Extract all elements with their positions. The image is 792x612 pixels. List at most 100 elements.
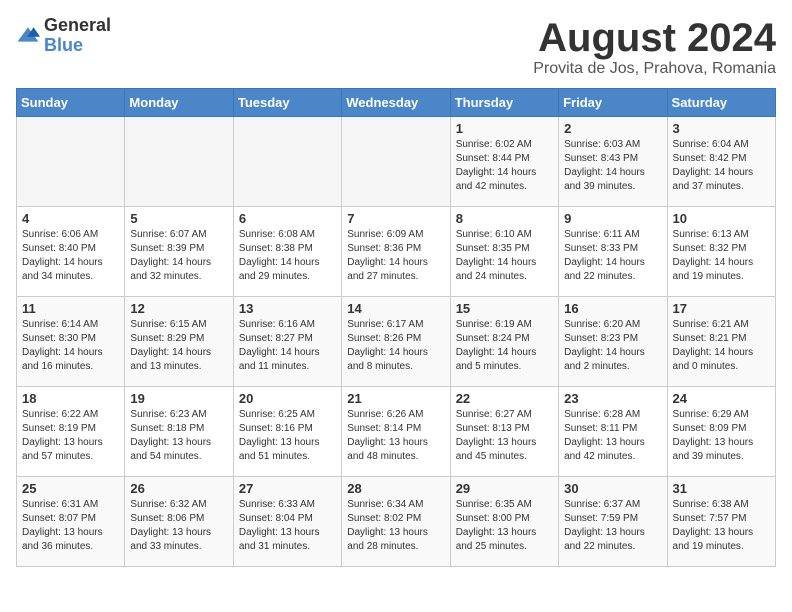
calendar-cell: 7 Sunrise: 6:09 AM Sunset: 8:36 PM Daylig… (342, 207, 450, 297)
day-number: 5 (130, 211, 227, 226)
day-number: 21 (347, 391, 444, 406)
cell-text: Sunrise: 6:06 AM Sunset: 8:40 PM Dayligh… (22, 228, 119, 284)
calendar-table: SundayMondayTuesdayWednesdayThursdayFrid… (16, 88, 776, 567)
day-number: 31 (673, 481, 770, 496)
calendar-cell: 9 Sunrise: 6:11 AM Sunset: 8:33 PM Daylig… (559, 207, 667, 297)
calendar-cell: 12 Sunrise: 6:15 AM Sunset: 8:29 PM Dayli… (125, 297, 233, 387)
calendar-cell (342, 117, 450, 207)
calendar-cell: 14Sunrise: 6:17 AM Sunset: 8:26 PM Dayli… (342, 297, 450, 387)
cell-text: Sunrise: 6:29 AM Sunset: 8:09 PM Dayligh… (673, 408, 770, 464)
calendar-cell: 1Sunrise: 6:02 AM Sunset: 8:44 PM Daylig… (450, 117, 558, 207)
cell-text: Sunrise: 6:32 AM Sunset: 8:06 PM Dayligh… (130, 498, 227, 554)
calendar-cell: 28Sunrise: 6:34 AM Sunset: 8:02 PM Dayli… (342, 477, 450, 567)
calendar-week-3: 11 Sunrise: 6:14 AM Sunset: 8:30 PM Dayli… (17, 297, 776, 387)
calendar-cell (233, 117, 341, 207)
day-number: 10 (673, 211, 770, 226)
cell-text: Sunrise: 6:20 AM Sunset: 8:23 PM Dayligh… (564, 318, 661, 374)
cell-text: Sunrise: 6:25 AM Sunset: 8:16 PM Dayligh… (239, 408, 336, 464)
calendar-cell: 11 Sunrise: 6:14 AM Sunset: 8:30 PM Dayli… (17, 297, 125, 387)
cell-text: Sunrise: 6:35 AM Sunset: 8:00 PM Dayligh… (456, 498, 553, 554)
cell-text: Sunrise: 6:13 AM Sunset: 8:32 PM Dayligh… (673, 228, 770, 284)
calendar-cell: 22 Sunrise: 6:27 AM Sunset: 8:13 PM Dayli… (450, 387, 558, 477)
cell-text: Sunrise: 6:11 AM Sunset: 8:33 PM Dayligh… (564, 228, 661, 284)
calendar-dow-thursday: Thursday (450, 89, 558, 117)
day-number: 9 (564, 211, 661, 226)
cell-text: Sunrise: 6:15 AM Sunset: 8:29 PM Dayligh… (130, 318, 227, 374)
day-number: 23 (564, 391, 661, 406)
calendar-week-4: 18Sunrise: 6:22 AM Sunset: 8:19 PM Dayli… (17, 387, 776, 477)
day-number: 25 (22, 481, 119, 496)
cell-text: Sunrise: 6:23 AM Sunset: 8:18 PM Dayligh… (130, 408, 227, 464)
cell-text: Sunrise: 6:34 AM Sunset: 8:02 PM Dayligh… (347, 498, 444, 554)
title-block: August 2024 Provita de Jos, Prahova, Rom… (533, 16, 776, 78)
cell-text: Sunrise: 6:22 AM Sunset: 8:19 PM Dayligh… (22, 408, 119, 464)
day-number: 8 (456, 211, 553, 226)
day-number: 13 (239, 301, 336, 316)
calendar-cell: 27 Sunrise: 6:33 AM Sunset: 8:04 PM Dayli… (233, 477, 341, 567)
cell-text: Sunrise: 6:31 AM Sunset: 8:07 PM Dayligh… (22, 498, 119, 554)
cell-text: Sunrise: 6:21 AM Sunset: 8:21 PM Dayligh… (673, 318, 770, 374)
cell-text: Sunrise: 6:03 AM Sunset: 8:43 PM Dayligh… (564, 138, 661, 194)
calendar-cell: 29 Sunrise: 6:35 AM Sunset: 8:00 PM Dayli… (450, 477, 558, 567)
day-number: 15 (456, 301, 553, 316)
calendar-cell: 2 Sunrise: 6:03 AM Sunset: 8:43 PM Daylig… (559, 117, 667, 207)
cell-text: Sunrise: 6:10 AM Sunset: 8:35 PM Dayligh… (456, 228, 553, 284)
calendar-cell: 26 Sunrise: 6:32 AM Sunset: 8:06 PM Dayli… (125, 477, 233, 567)
calendar-cell: 13 Sunrise: 6:16 AM Sunset: 8:27 PM Dayli… (233, 297, 341, 387)
location: Provita de Jos, Prahova, Romania (533, 60, 776, 78)
cell-text: Sunrise: 6:16 AM Sunset: 8:27 PM Dayligh… (239, 318, 336, 374)
cell-text: Sunrise: 6:28 AM Sunset: 8:11 PM Dayligh… (564, 408, 661, 464)
day-number: 16 (564, 301, 661, 316)
calendar-cell: 3Sunrise: 6:04 AM Sunset: 8:42 PM Daylig… (667, 117, 775, 207)
calendar-cell: 24 Sunrise: 6:29 AM Sunset: 8:09 PM Dayli… (667, 387, 775, 477)
calendar-cell: 15 Sunrise: 6:19 AM Sunset: 8:24 PM Dayli… (450, 297, 558, 387)
logo-blue: Blue (44, 36, 111, 56)
logo: General Blue (16, 16, 111, 56)
day-number: 29 (456, 481, 553, 496)
calendar-dow-tuesday: Tuesday (233, 89, 341, 117)
day-number: 30 (564, 481, 661, 496)
cell-text: Sunrise: 6:26 AM Sunset: 8:14 PM Dayligh… (347, 408, 444, 464)
page-header: General Blue August 2024 Provita de Jos,… (16, 16, 776, 78)
day-number: 11 (22, 301, 119, 316)
cell-text: Sunrise: 6:08 AM Sunset: 8:38 PM Dayligh… (239, 228, 336, 284)
day-number: 14 (347, 301, 444, 316)
calendar-dow-wednesday: Wednesday (342, 89, 450, 117)
day-number: 12 (130, 301, 227, 316)
day-number: 7 (347, 211, 444, 226)
day-number: 19 (130, 391, 227, 406)
calendar-dow-monday: Monday (125, 89, 233, 117)
calendar-dow-saturday: Saturday (667, 89, 775, 117)
cell-text: Sunrise: 6:07 AM Sunset: 8:39 PM Dayligh… (130, 228, 227, 284)
calendar-cell: 5 Sunrise: 6:07 AM Sunset: 8:39 PM Daylig… (125, 207, 233, 297)
cell-text: Sunrise: 6:19 AM Sunset: 8:24 PM Dayligh… (456, 318, 553, 374)
logo-general: General (44, 16, 111, 36)
day-number: 2 (564, 121, 661, 136)
calendar-cell (125, 117, 233, 207)
cell-text: Sunrise: 6:33 AM Sunset: 8:04 PM Dayligh… (239, 498, 336, 554)
cell-text: Sunrise: 6:09 AM Sunset: 8:36 PM Dayligh… (347, 228, 444, 284)
cell-text: Sunrise: 6:14 AM Sunset: 8:30 PM Dayligh… (22, 318, 119, 374)
logo-text: General Blue (44, 16, 111, 56)
calendar-header-row: SundayMondayTuesdayWednesdayThursdayFrid… (17, 89, 776, 117)
calendar-week-5: 25 Sunrise: 6:31 AM Sunset: 8:07 PM Dayli… (17, 477, 776, 567)
calendar-cell: 25 Sunrise: 6:31 AM Sunset: 8:07 PM Dayli… (17, 477, 125, 567)
cell-text: Sunrise: 6:27 AM Sunset: 8:13 PM Dayligh… (456, 408, 553, 464)
cell-text: Sunrise: 6:02 AM Sunset: 8:44 PM Dayligh… (456, 138, 553, 194)
day-number: 24 (673, 391, 770, 406)
day-number: 6 (239, 211, 336, 226)
calendar-cell: 10 Sunrise: 6:13 AM Sunset: 8:32 PM Dayli… (667, 207, 775, 297)
day-number: 26 (130, 481, 227, 496)
day-number: 4 (22, 211, 119, 226)
calendar-cell: 17Sunrise: 6:21 AM Sunset: 8:21 PM Dayli… (667, 297, 775, 387)
calendar-cell: 23 Sunrise: 6:28 AM Sunset: 8:11 PM Dayli… (559, 387, 667, 477)
calendar-dow-friday: Friday (559, 89, 667, 117)
calendar-cell: 19 Sunrise: 6:23 AM Sunset: 8:18 PM Dayli… (125, 387, 233, 477)
calendar-cell: 31Sunrise: 6:38 AM Sunset: 7:57 PM Dayli… (667, 477, 775, 567)
day-number: 22 (456, 391, 553, 406)
calendar-cell: 8 Sunrise: 6:10 AM Sunset: 8:35 PM Daylig… (450, 207, 558, 297)
calendar-cell: 21 Sunrise: 6:26 AM Sunset: 8:14 PM Dayli… (342, 387, 450, 477)
day-number: 27 (239, 481, 336, 496)
calendar-cell: 16 Sunrise: 6:20 AM Sunset: 8:23 PM Dayli… (559, 297, 667, 387)
calendar-cell (17, 117, 125, 207)
